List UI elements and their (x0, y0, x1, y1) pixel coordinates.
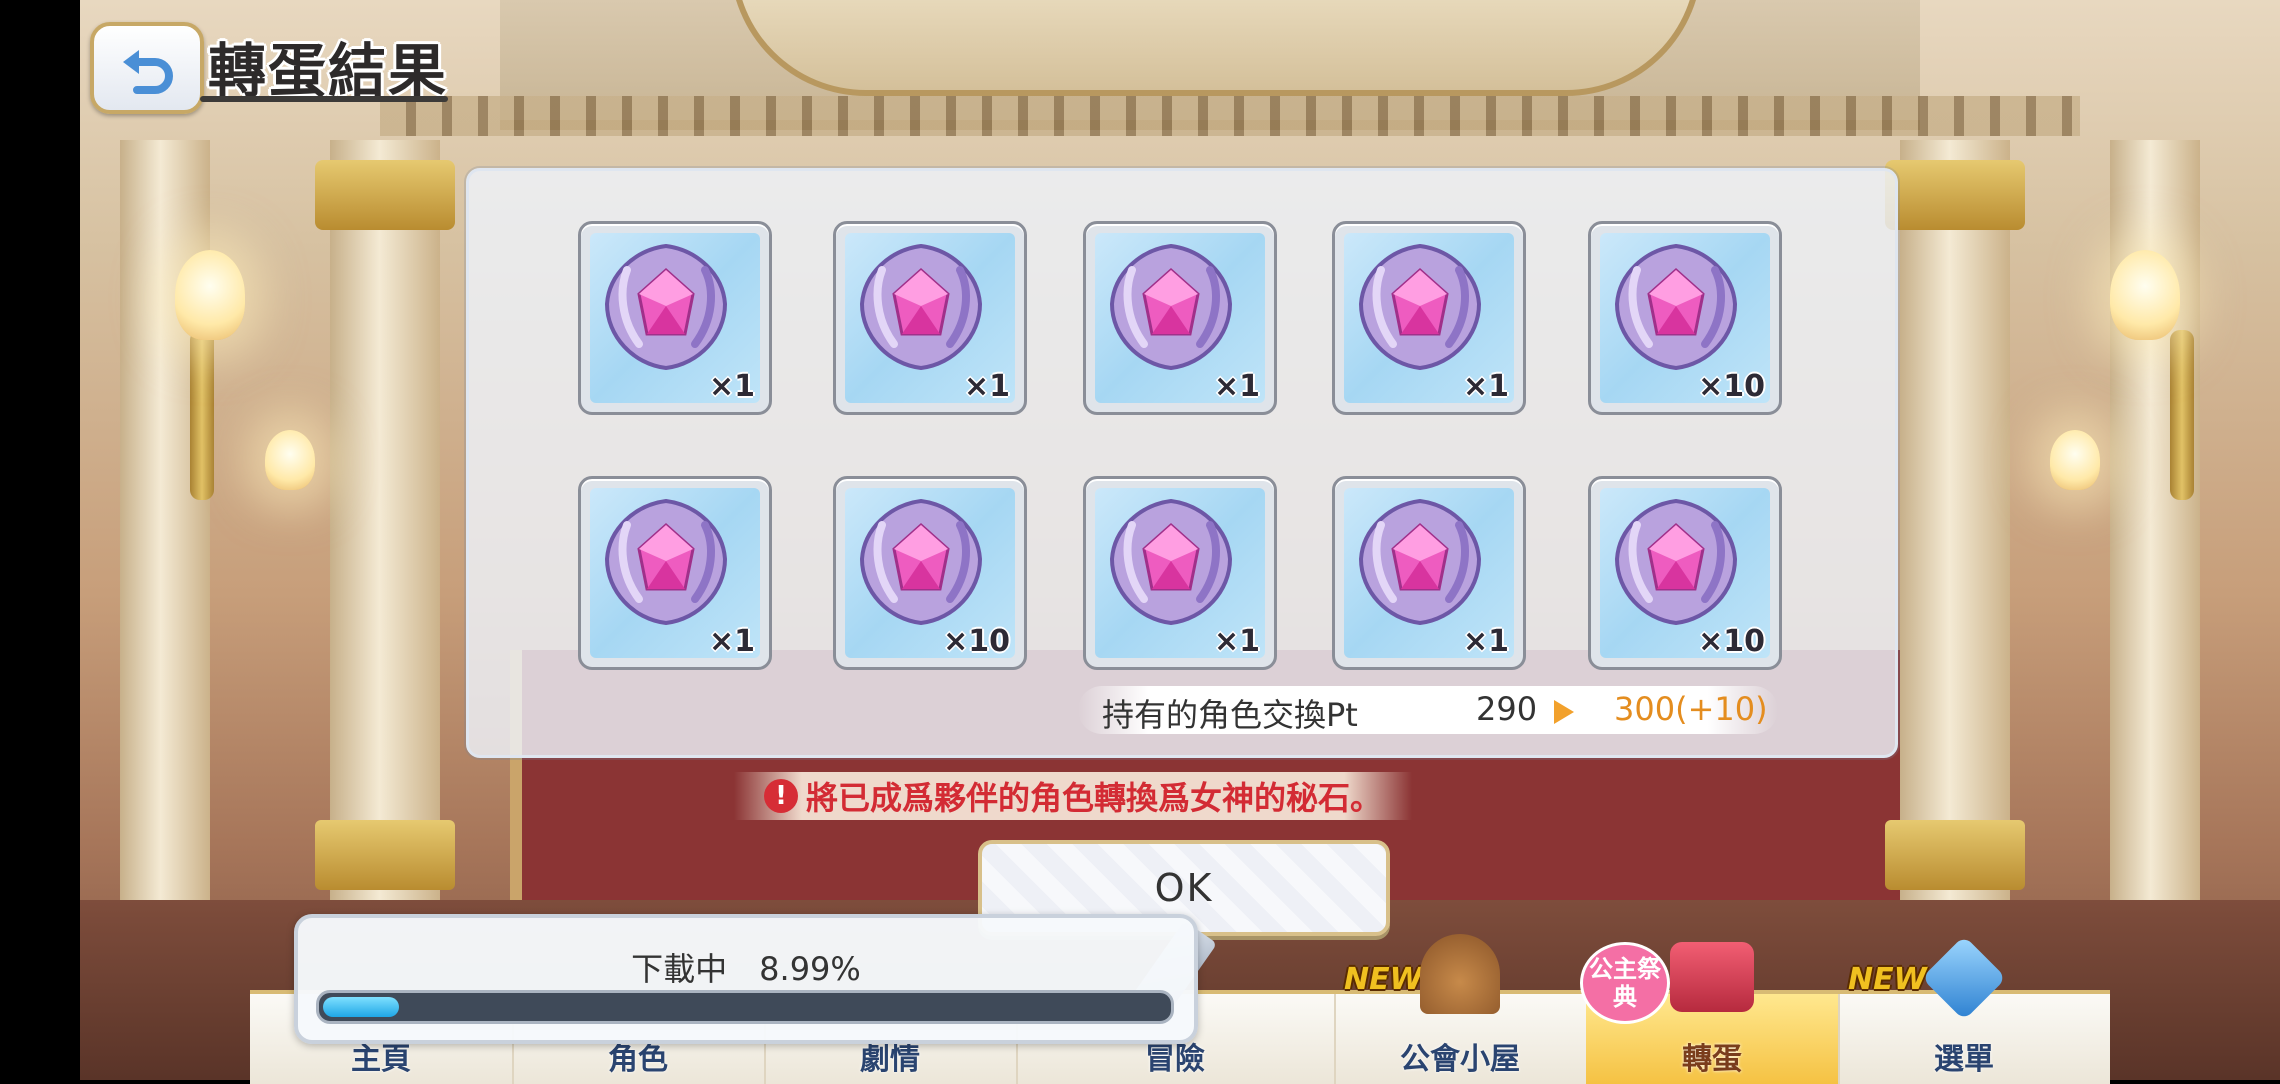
item-quantity: ×1 (1213, 369, 1260, 404)
result-item-card[interactable]: ×10 (1588, 476, 1782, 670)
item-quantity: ×10 (1698, 624, 1765, 659)
princess-festival-badge: 公主祭典 (1580, 942, 1670, 1024)
item-quantity: ×1 (963, 369, 1010, 404)
result-item-card[interactable]: ×1 (833, 221, 1027, 415)
back-button[interactable] (90, 22, 204, 114)
result-item-card[interactable]: ×1 (1083, 476, 1277, 670)
goddess-stone-icon (1614, 498, 1738, 626)
goddess-stone-icon (859, 243, 983, 371)
goddess-stone-icon (1614, 243, 1738, 371)
conversion-notice: ! 將已成爲夥伴的角色轉換爲女神的秘石。 (734, 772, 1413, 820)
wall-lamp-right-small (2050, 430, 2100, 490)
pt-increase-arrow-icon (1554, 700, 1574, 724)
wall-lamp-right (2110, 250, 2180, 340)
goddess-stone-icon (859, 498, 983, 626)
lamp-arm-right (2170, 330, 2194, 500)
nav-label-gacha: 轉蛋 (1682, 1042, 1742, 1077)
goddess-stone-icon (604, 498, 728, 626)
item-quantity: ×1 (1462, 369, 1509, 404)
download-progress-fill (323, 997, 399, 1017)
item-quantity: ×1 (708, 369, 755, 404)
nav-label-menu: 選單 (1934, 1042, 1994, 1077)
result-item-card[interactable]: ×10 (1588, 221, 1782, 415)
goddess-stone-icon (1358, 498, 1482, 626)
pillar-cap-right (1885, 160, 2025, 230)
result-item-card[interactable]: ×1 (1332, 221, 1526, 415)
pillar-base-left (315, 820, 455, 890)
gacha-machine-icon (1670, 942, 1754, 1012)
nav-item-menu[interactable]: NEW 選單 (1838, 935, 2090, 1084)
result-item-card[interactable]: ×1 (1083, 221, 1277, 415)
download-status-text: 下載中 8.99% (631, 950, 861, 988)
screen-left-border (0, 0, 80, 1080)
item-quantity: ×10 (1698, 369, 1765, 404)
background-frieze (380, 96, 2080, 136)
item-quantity: ×1 (1213, 624, 1260, 659)
title-underline (200, 96, 448, 102)
pillar-base-right (1885, 820, 2025, 890)
exchange-pt-label: 持有的角色交換Pt (1102, 696, 1358, 734)
nav-label-guild-house: 公會小屋 (1400, 1042, 1520, 1077)
conversion-notice-text: 將已成爲夥伴的角色轉換爲女神的秘石。 (806, 779, 1383, 817)
wall-lamp-left-small (265, 430, 315, 490)
result-item-card[interactable]: ×1 (578, 476, 772, 670)
result-item-card[interactable]: ×1 (1332, 476, 1526, 670)
wall-lamp-left (175, 250, 245, 340)
ok-button-label: OK (1154, 866, 1214, 910)
guild-house-door-icon (1420, 934, 1500, 1014)
back-arrow-icon (123, 50, 173, 94)
goddess-stone-icon (604, 243, 728, 371)
exchange-pt-new-value: 300(+10) (1614, 690, 1768, 728)
exchange-pt-old-value: 290 (1476, 690, 1538, 728)
nav-item-guild-house[interactable]: NEW 公會小屋 (1334, 934, 1588, 1084)
result-item-card[interactable]: ×1 (578, 221, 772, 415)
goddess-stone-icon (1109, 498, 1233, 626)
item-quantity: ×1 (1462, 624, 1509, 659)
item-quantity: ×10 (943, 624, 1010, 659)
new-badge-menu: NEW (1848, 962, 1927, 997)
nav-item-gacha[interactable]: 公主祭典 轉蛋 (1580, 942, 1840, 1084)
lamp-arm-left (190, 330, 214, 500)
goddess-stone-icon (1109, 243, 1233, 371)
item-quantity: ×1 (708, 624, 755, 659)
pillar-cap-left (315, 160, 455, 230)
new-badge-guild-house: NEW (1344, 962, 1423, 997)
result-item-card[interactable]: ×10 (833, 476, 1027, 670)
download-progress-track (316, 990, 1174, 1024)
goddess-stone-icon (1358, 243, 1482, 371)
download-progress-panel: 下載中 8.99% (294, 914, 1198, 1044)
alert-icon: ! (764, 779, 798, 813)
